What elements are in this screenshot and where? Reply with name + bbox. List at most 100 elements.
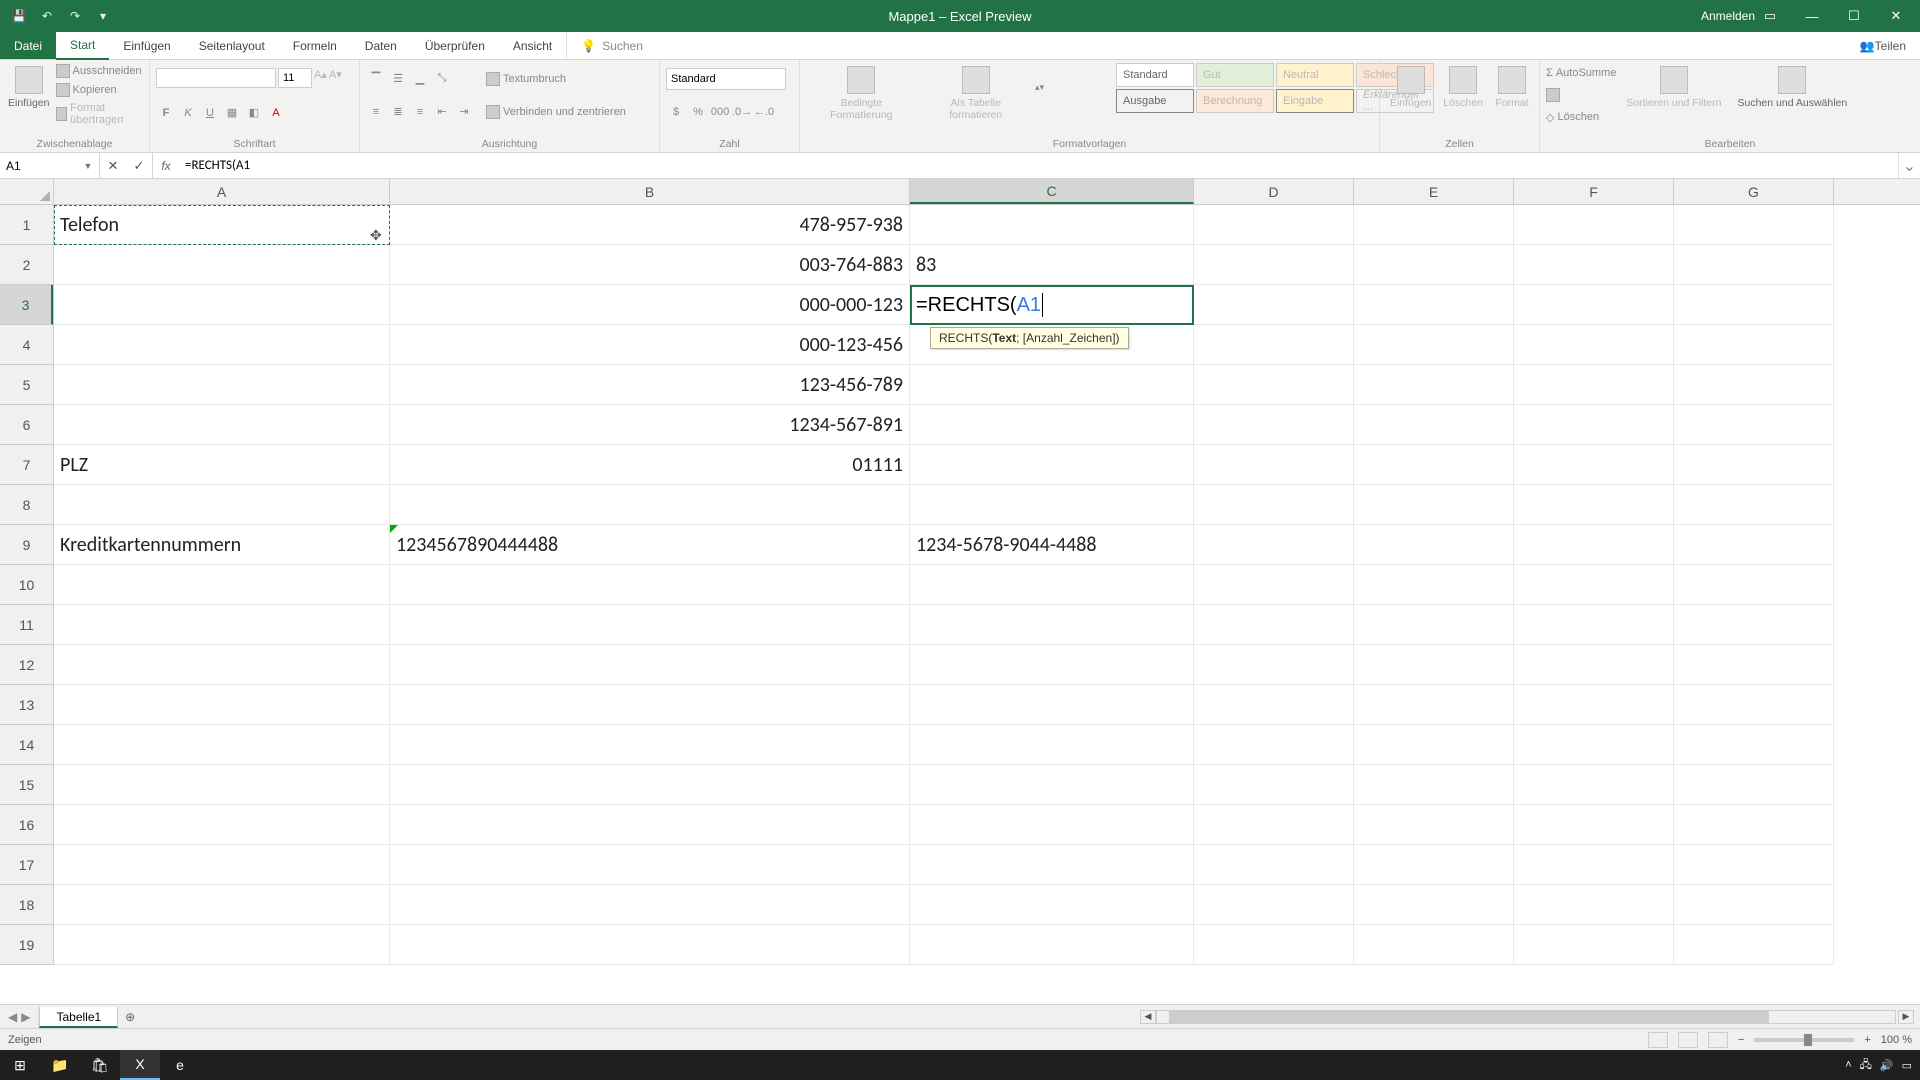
tab-insert[interactable]: Einfügen bbox=[109, 32, 184, 59]
cell-c18[interactable] bbox=[910, 885, 1194, 925]
colhead-d[interactable]: D bbox=[1194, 179, 1354, 204]
rowhead-10[interactable]: 10 bbox=[0, 565, 53, 605]
cell-b9[interactable]: 1234567890444488 bbox=[390, 525, 910, 565]
maximize-button[interactable]: ☐ bbox=[1834, 2, 1874, 30]
zoom-out-icon[interactable]: − bbox=[1738, 1034, 1744, 1046]
cell-d12[interactable] bbox=[1194, 645, 1354, 685]
cell-b11[interactable] bbox=[390, 605, 910, 645]
cell-d15[interactable] bbox=[1194, 765, 1354, 805]
cell-g16[interactable] bbox=[1674, 805, 1834, 845]
cell-e17[interactable] bbox=[1354, 845, 1514, 885]
cell-a9[interactable]: Kreditkartennummern bbox=[54, 525, 390, 565]
cell-d1[interactable] bbox=[1194, 205, 1354, 245]
rowhead-16[interactable]: 16 bbox=[0, 805, 53, 845]
active-cell-editor[interactable]: =RECHTS(A1 bbox=[910, 285, 1194, 325]
cell-f2[interactable] bbox=[1514, 245, 1674, 285]
cell-e2[interactable] bbox=[1354, 245, 1514, 285]
rowhead-8[interactable]: 8 bbox=[0, 485, 53, 525]
taskbar-store-icon[interactable]: 🛍 bbox=[80, 1050, 120, 1080]
grow-font-icon[interactable]: A▴ bbox=[314, 68, 327, 88]
delete-cells-button[interactable]: Löschen bbox=[1439, 62, 1487, 113]
cell-c1[interactable] bbox=[910, 205, 1194, 245]
name-box[interactable]: ▼ bbox=[0, 153, 100, 178]
cell-e13[interactable] bbox=[1354, 685, 1514, 725]
tab-file[interactable]: Datei bbox=[0, 32, 56, 59]
cell-g12[interactable] bbox=[1674, 645, 1834, 685]
cell-c9[interactable]: 1234-5678-9044-4488 bbox=[910, 525, 1194, 565]
error-flag-icon[interactable] bbox=[390, 525, 398, 533]
cell-b14[interactable] bbox=[390, 725, 910, 765]
cell-c11[interactable] bbox=[910, 605, 1194, 645]
cell-g18[interactable] bbox=[1674, 885, 1834, 925]
tab-view[interactable]: Ansicht bbox=[499, 32, 566, 59]
format-cells-button[interactable]: Format bbox=[1491, 62, 1533, 113]
cell-f7[interactable] bbox=[1514, 445, 1674, 485]
cell-b3[interactable]: 000-000-123 bbox=[390, 285, 910, 325]
rowhead-17[interactable]: 17 bbox=[0, 845, 53, 885]
rowhead-5[interactable]: 5 bbox=[0, 365, 53, 405]
zoom-in-icon[interactable]: + bbox=[1864, 1034, 1870, 1046]
cell-f10[interactable] bbox=[1514, 565, 1674, 605]
cell-e1[interactable] bbox=[1354, 205, 1514, 245]
tab-share[interactable]: 👥 Teilen bbox=[1846, 32, 1920, 59]
underline-icon[interactable]: U bbox=[200, 103, 220, 123]
cell-a6[interactable] bbox=[54, 405, 390, 445]
colhead-f[interactable]: F bbox=[1514, 179, 1674, 204]
cancel-formula-icon[interactable]: ✕ bbox=[100, 158, 126, 174]
cell-styles-gallery[interactable]: Standard Gut Neutral Schlecht ▴▾ Ausgabe… bbox=[1035, 62, 1373, 112]
style-gut[interactable]: Gut bbox=[1196, 63, 1274, 87]
cell-a1[interactable]: Telefon bbox=[54, 205, 390, 245]
cell-f16[interactable] bbox=[1514, 805, 1674, 845]
rowhead-9[interactable]: 9 bbox=[0, 525, 53, 565]
cell-e3[interactable] bbox=[1354, 285, 1514, 325]
cell-e14[interactable] bbox=[1354, 725, 1514, 765]
cell-f1[interactable] bbox=[1514, 205, 1674, 245]
tab-home[interactable]: Start bbox=[56, 32, 109, 60]
minimize-button[interactable]: — bbox=[1792, 2, 1832, 30]
name-box-input[interactable] bbox=[0, 159, 80, 173]
hscroll-track[interactable] bbox=[1156, 1010, 1896, 1024]
rowhead-12[interactable]: 12 bbox=[0, 645, 53, 685]
select-all-corner[interactable] bbox=[0, 179, 54, 205]
cell-b17[interactable] bbox=[390, 845, 910, 885]
cell-g6[interactable] bbox=[1674, 405, 1834, 445]
cell-a13[interactable] bbox=[54, 685, 390, 725]
cell-d19[interactable] bbox=[1194, 925, 1354, 965]
align-center-icon[interactable]: ≣ bbox=[388, 102, 408, 122]
rowhead-7[interactable]: 7 bbox=[0, 445, 53, 485]
cell-c19[interactable] bbox=[910, 925, 1194, 965]
insert-cells-button[interactable]: Einfügen bbox=[1386, 62, 1435, 113]
cell-b12[interactable] bbox=[390, 645, 910, 685]
cell-d8[interactable] bbox=[1194, 485, 1354, 525]
align-bottom-icon[interactable]: ▁ bbox=[410, 69, 430, 89]
rowhead-11[interactable]: 11 bbox=[0, 605, 53, 645]
cell-d3[interactable] bbox=[1194, 285, 1354, 325]
cell-f15[interactable] bbox=[1514, 765, 1674, 805]
cell-c7[interactable] bbox=[910, 445, 1194, 485]
rowhead-13[interactable]: 13 bbox=[0, 685, 53, 725]
cell-f18[interactable] bbox=[1514, 885, 1674, 925]
cell-g9[interactable] bbox=[1674, 525, 1834, 565]
cell-d11[interactable] bbox=[1194, 605, 1354, 645]
align-top-icon[interactable]: ▔ bbox=[366, 69, 386, 89]
close-button[interactable]: ✕ bbox=[1876, 2, 1916, 30]
hscroll-thumb[interactable] bbox=[1169, 1011, 1769, 1023]
row-headers[interactable]: 12345678910111213141516171819 bbox=[0, 205, 54, 965]
cell-g11[interactable] bbox=[1674, 605, 1834, 645]
styles-more-icon[interactable]: ▴▾ bbox=[1035, 62, 1113, 112]
cell-g1[interactable] bbox=[1674, 205, 1834, 245]
cell-d5[interactable] bbox=[1194, 365, 1354, 405]
cell-g10[interactable] bbox=[1674, 565, 1834, 605]
autosum-button[interactable]: ΣAutoSumme bbox=[1546, 66, 1616, 80]
cell-c6[interactable] bbox=[910, 405, 1194, 445]
spreadsheet-grid[interactable]: A B C D E F G 12345678910111213141516171… bbox=[0, 179, 1920, 1004]
tab-data[interactable]: Daten bbox=[351, 32, 411, 59]
cell-b1[interactable]: 478-957-938 bbox=[390, 205, 910, 245]
enter-formula-icon[interactable]: ✓ bbox=[126, 158, 152, 174]
tray-lang-icon[interactable]: ▭ bbox=[1902, 1059, 1912, 1072]
rowhead-2[interactable]: 2 bbox=[0, 245, 53, 285]
shrink-font-icon[interactable]: A▾ bbox=[329, 68, 342, 88]
align-right-icon[interactable]: ≡ bbox=[410, 102, 430, 122]
cell-c13[interactable] bbox=[910, 685, 1194, 725]
cell-f11[interactable] bbox=[1514, 605, 1674, 645]
